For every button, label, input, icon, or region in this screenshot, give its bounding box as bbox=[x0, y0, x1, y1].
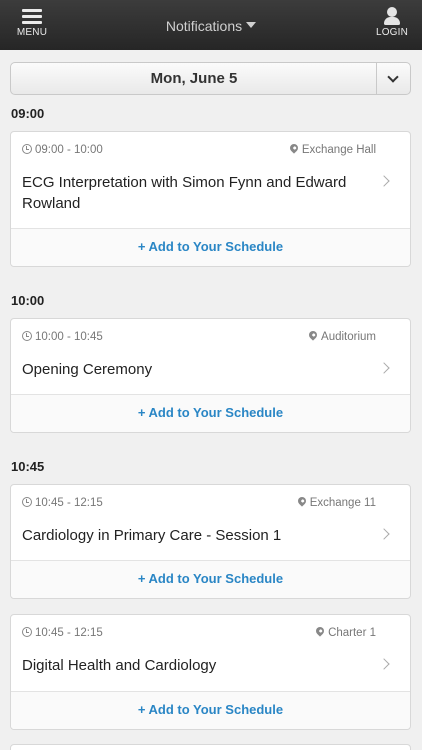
plus-icon: + bbox=[137, 405, 146, 420]
map-pin-icon bbox=[314, 625, 326, 637]
add-to-schedule-button[interactable]: + Add to Your Schedule bbox=[11, 228, 410, 266]
session-location-text: Exchange Hall bbox=[301, 144, 376, 156]
date-selector[interactable]: Mon, June 5 bbox=[10, 62, 411, 95]
notifications-dropdown[interactable]: Notifications bbox=[0, 18, 422, 34]
date-dropdown-toggle[interactable] bbox=[376, 63, 410, 94]
time-heading: 10:45 bbox=[11, 459, 45, 474]
session-time: 10:00 - 10:45 bbox=[22, 331, 103, 343]
plus-icon: + bbox=[137, 239, 146, 254]
notifications-label: Notifications bbox=[165, 18, 243, 34]
user-icon bbox=[383, 7, 401, 25]
chevron-right-icon bbox=[378, 528, 390, 540]
map-pin-icon bbox=[288, 142, 300, 154]
session-card[interactable]: 10:45 - 12:15 Exchange 11 Cardiology in … bbox=[10, 484, 411, 599]
map-pin-icon bbox=[307, 329, 319, 341]
session-time-text: 10:45 - 12:15 bbox=[35, 627, 103, 639]
caret-down-icon bbox=[246, 22, 257, 28]
session-location: Exchange Hall bbox=[288, 142, 376, 156]
chevron-right-icon bbox=[378, 658, 390, 670]
add-to-schedule-button[interactable]: + Add to Your Schedule bbox=[11, 394, 410, 432]
plus-icon: + bbox=[137, 571, 146, 586]
add-to-schedule-label: Add to Your Schedule bbox=[148, 571, 284, 586]
session-title: Opening Ceremony bbox=[22, 361, 153, 378]
session-location: Charter 1 bbox=[314, 625, 376, 639]
session-title: Cardiology in Primary Care - Session 1 bbox=[22, 527, 282, 544]
session-location-text: Auditorium bbox=[321, 331, 376, 343]
date-label: Mon, June 5 bbox=[150, 70, 238, 87]
session-time: 10:45 - 12:15 bbox=[22, 497, 103, 509]
clock-icon bbox=[22, 497, 32, 507]
clock-icon bbox=[22, 331, 32, 341]
plus-icon: + bbox=[137, 702, 146, 717]
session-title: Digital Health and Cardiology bbox=[22, 657, 217, 674]
add-to-schedule-label: Add to Your Schedule bbox=[148, 702, 284, 717]
add-to-schedule-label: Add to Your Schedule bbox=[148, 405, 284, 420]
chevron-right-icon bbox=[378, 362, 390, 374]
login-label: LOGIN bbox=[375, 27, 409, 38]
session-card[interactable]: 10:45 - 12:15 Charter 1 Digital Health a… bbox=[10, 614, 411, 730]
session-time-text: 10:45 - 12:15 bbox=[35, 497, 103, 509]
session-location-text: Charter 1 bbox=[328, 627, 376, 639]
session-location: Exchange 11 bbox=[296, 495, 376, 509]
add-to-schedule-label: Add to Your Schedule bbox=[148, 239, 284, 254]
login-button[interactable]: LOGIN bbox=[372, 6, 412, 46]
session-card[interactable]: 10:00 - 10:45 Auditorium Opening Ceremon… bbox=[10, 318, 411, 433]
session-time: 09:00 - 10:00 bbox=[22, 144, 103, 156]
time-heading: 10:00 bbox=[11, 293, 45, 308]
add-to-schedule-button[interactable]: + Add to Your Schedule bbox=[11, 560, 410, 598]
session-title: ECG Interpretation with Simon Fynn and E… bbox=[22, 174, 347, 212]
session-time-text: 10:00 - 10:45 bbox=[35, 331, 103, 343]
chevron-right-icon bbox=[378, 175, 390, 187]
session-location: Auditorium bbox=[307, 329, 376, 343]
session-location-text: Exchange 11 bbox=[309, 497, 376, 509]
session-card[interactable]: 09:00 - 10:00 Exchange Hall ECG Interpre… bbox=[10, 131, 411, 267]
time-heading: 09:00 bbox=[11, 106, 45, 121]
chevron-down-icon bbox=[387, 71, 399, 83]
session-time: 10:45 - 12:15 bbox=[22, 627, 103, 639]
clock-icon bbox=[22, 144, 32, 154]
map-pin-icon bbox=[296, 495, 308, 507]
add-to-schedule-button[interactable]: + Add to Your Schedule bbox=[11, 691, 410, 729]
session-card-partial bbox=[10, 744, 411, 750]
session-time-text: 09:00 - 10:00 bbox=[35, 144, 103, 156]
top-bar: MENU Notifications LOGIN bbox=[0, 0, 422, 50]
clock-icon bbox=[22, 627, 32, 637]
